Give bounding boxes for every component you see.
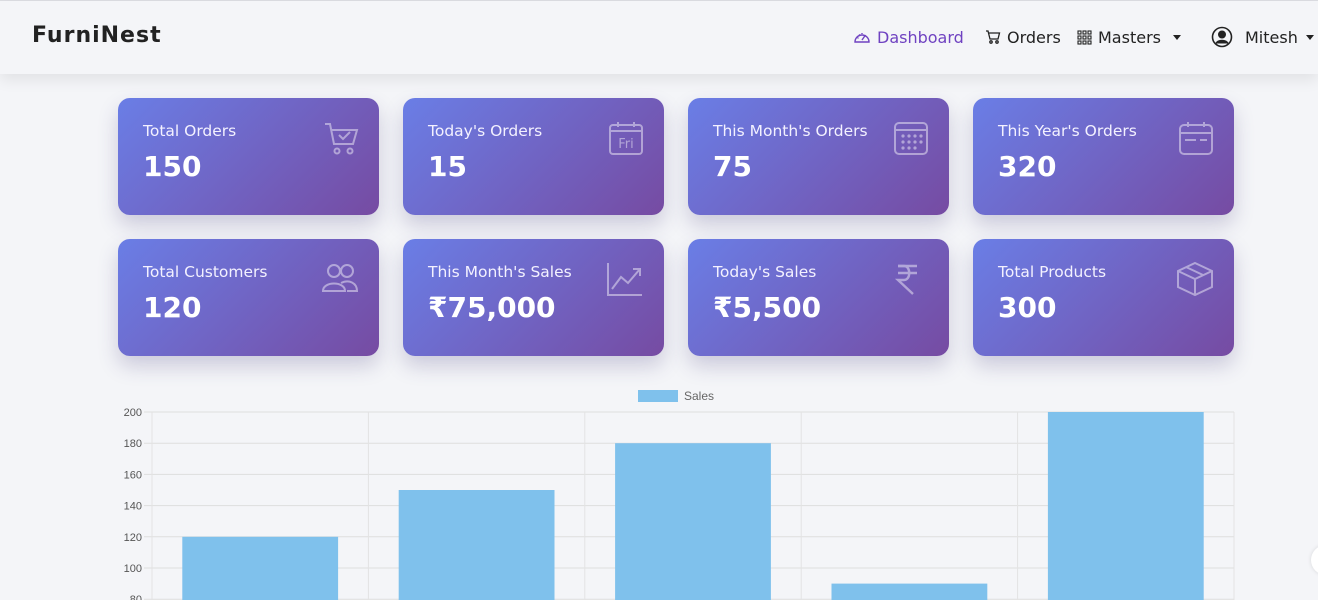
card-year-orders[interactable]: This Year's Orders 320 [973, 98, 1234, 215]
grid-icon [1077, 29, 1092, 45]
nav-dashboard-label: Dashboard [877, 27, 964, 47]
nav-user-label: Mitesh [1245, 27, 1298, 47]
card-title: Today's Sales [713, 263, 817, 281]
card-month-orders[interactable]: This Month's Orders 75 [688, 98, 949, 215]
legend-label: Sales [684, 389, 714, 403]
card-value: 150 [143, 150, 202, 183]
card-value: ₹5,500 [713, 291, 822, 324]
nav-orders-label: Orders [1007, 27, 1061, 47]
sales-chart: Sales 80 100 120 140 160 180 200 [0, 380, 1318, 600]
card-title: This Year's Orders [998, 122, 1137, 140]
rupee-icon [894, 264, 917, 295]
calendar-month-icon [894, 122, 928, 155]
y-tick-label: 200 [124, 407, 142, 419]
chart-bar [182, 536, 339, 600]
cart-icon [986, 30, 1001, 44]
card-total-orders[interactable]: Total Orders 150 [118, 98, 379, 215]
y-tick-label: 80 [130, 594, 142, 600]
y-tick-label: 100 [124, 563, 142, 575]
box-icon [1177, 261, 1213, 297]
card-value: 300 [998, 291, 1057, 324]
card-month-sales[interactable]: This Month's Sales ₹75,000 [403, 239, 664, 356]
card-total-customers[interactable]: Total Customers 120 [118, 239, 379, 356]
card-value: ₹75,000 [428, 291, 556, 324]
sales-bar-chart: Sales 80 100 120 140 160 180 200 [124, 389, 1235, 600]
calendar-year-icon [1179, 122, 1213, 155]
y-tick-label: 120 [124, 532, 142, 544]
chart-bar [398, 490, 555, 600]
y-tick-label: 180 [124, 438, 142, 450]
card-title: Total Orders [143, 122, 237, 140]
y-tick-label: 140 [124, 501, 142, 513]
card-value: 320 [998, 150, 1057, 183]
nav-masters-dropdown[interactable]: Masters [1077, 25, 1181, 49]
legend-swatch [638, 390, 678, 402]
card-today-sales[interactable]: Today's Sales ₹5,500 [688, 239, 949, 356]
graph-up-icon [607, 263, 642, 296]
svg-text:Fri: Fri [618, 137, 634, 152]
nav-orders[interactable]: Orders [985, 25, 1061, 49]
card-value: 120 [143, 291, 202, 324]
card-title: This Month's Sales [428, 263, 572, 281]
navbar: FurniNest Dashboard Orders Masters Mites… [0, 1, 1318, 74]
y-tick-label: 160 [124, 469, 142, 481]
calendar-day-icon: Fri [609, 122, 643, 155]
card-total-products[interactable]: Total Products 300 [973, 239, 1234, 356]
card-value: 75 [713, 150, 752, 183]
caret-down-icon [1172, 34, 1181, 40]
caret-down-icon [1305, 34, 1314, 40]
card-value: 15 [428, 150, 467, 183]
cart-check-icon [325, 123, 359, 155]
brand-logo[interactable]: FurniNest [32, 23, 162, 48]
speedometer-icon [854, 33, 870, 43]
nav-masters-label: Masters [1098, 27, 1161, 47]
card-title: Total Products [998, 263, 1107, 281]
people-icon [321, 264, 359, 292]
chart-bar [615, 443, 771, 600]
nav-dashboard[interactable]: Dashboard [853, 25, 964, 49]
nav-user-dropdown[interactable]: Mitesh [1211, 25, 1314, 49]
card-title: This Month's Orders [713, 122, 868, 140]
card-todays-orders[interactable]: Today's Orders 15 Fri [403, 98, 664, 215]
card-title: Total Customers [143, 263, 268, 281]
card-title: Today's Orders [428, 122, 543, 140]
chart-bar [831, 583, 988, 600]
chart-bar [1047, 412, 1204, 600]
user-circle-icon [1211, 26, 1233, 48]
